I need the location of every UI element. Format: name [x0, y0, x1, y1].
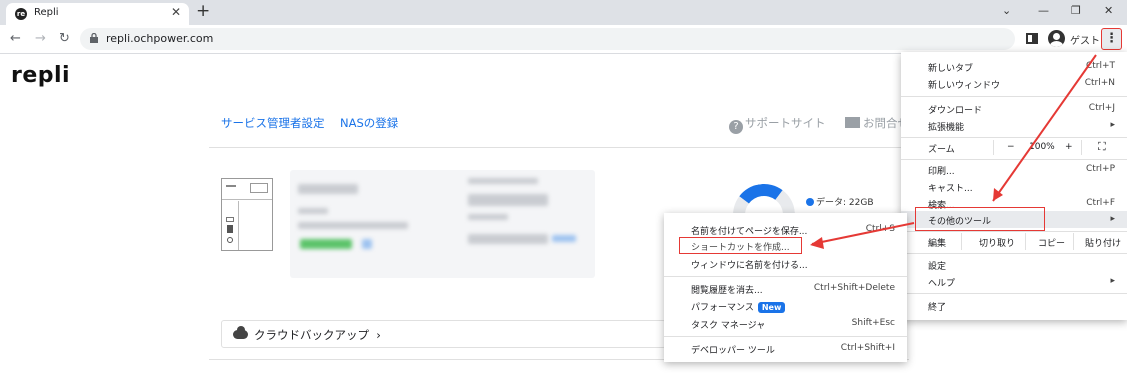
nas-info-card [290, 170, 595, 278]
menu-clear-history[interactable]: 閲覧履歴を消去... Ctrl+Shift+Delete [664, 280, 907, 297]
tab-title: Repli [34, 7, 59, 18]
menu-edit-row: 編集 切り取り コピー 貼り付け [901, 233, 1127, 250]
paste-button[interactable]: 貼り付け [1085, 236, 1121, 249]
lock-icon [90, 33, 98, 43]
submenu-arrow-icon: ▸ [1110, 276, 1115, 286]
menu-settings[interactable]: 設定 [901, 256, 1127, 273]
forward-icon[interactable]: → [35, 31, 46, 46]
close-window-icon[interactable]: ✕ [1104, 4, 1113, 17]
menu-downloads[interactable]: ダウンロード Ctrl+J [901, 100, 1127, 117]
zoom-out-button[interactable]: − [1007, 142, 1015, 152]
cut-button[interactable]: 切り取り [979, 236, 1015, 249]
menu-print[interactable]: 印刷... Ctrl+P [901, 161, 1127, 178]
support-site-label: サポートサイト [745, 116, 826, 130]
storage-legend-label: データ: 22GB [816, 198, 874, 208]
minimize-icon[interactable]: — [1038, 4, 1049, 17]
menu-name-window[interactable]: ウィンドウに名前を付ける... [664, 255, 907, 272]
more-tools-submenu: 名前を付けてページを保存... Ctrl+S ショートカットを作成... ウィンド… [664, 213, 907, 362]
side-panel-icon[interactable] [1026, 33, 1038, 44]
tab-strip: re Repli ✕ + ⌄ — ❐ ✕ [0, 0, 1127, 25]
mail-icon [845, 117, 860, 128]
submenu-arrow-icon: ▸ [1110, 214, 1115, 224]
back-icon[interactable]: ← [10, 31, 21, 46]
profile-label[interactable]: ゲスト [1070, 32, 1100, 47]
tab-search-chevron-icon[interactable]: ⌄ [1002, 4, 1011, 17]
divider [209, 147, 909, 148]
cloud-backup-row[interactable]: クラウドバックアップ › [221, 320, 666, 348]
menu-zoom: ズーム − 100% + ⛶ [928, 140, 1106, 155]
menu-new-window[interactable]: 新しいウィンドウ Ctrl+N [901, 75, 1127, 92]
menu-developer-tools[interactable]: デベロッパー ツール Ctrl+Shift+I [664, 340, 907, 357]
submenu-arrow-icon: ▸ [1110, 120, 1115, 130]
highlight-create-shortcut [679, 237, 802, 254]
cloud-icon [233, 326, 248, 339]
favicon-icon: re [15, 8, 27, 20]
nav-nas-registration[interactable]: NASの登録 [340, 115, 398, 131]
reload-icon[interactable]: ↻ [59, 31, 70, 46]
storage-legend: データ: 22GB [806, 195, 874, 208]
url-text: repli.ochpower.com [106, 32, 214, 45]
menu-cast[interactable]: キャスト... [901, 178, 1127, 195]
support-site-link[interactable]: ? サポートサイト [729, 115, 826, 134]
cloud-backup-label: クラウドバックアップ › [254, 328, 381, 342]
contact-link[interactable]: お問合せ [845, 115, 909, 131]
close-tab-icon[interactable]: ✕ [171, 5, 181, 19]
menu-exit[interactable]: 終了 [901, 297, 1127, 314]
restore-icon[interactable]: ❐ [1071, 4, 1081, 17]
menu-extensions[interactable]: 拡張機能 ▸ [901, 117, 1127, 134]
nav-service-admin-settings[interactable]: サービス管理者設定 [221, 115, 325, 131]
profile-icon[interactable] [1048, 30, 1065, 47]
menu-help[interactable]: ヘルプ ▸ [901, 273, 1127, 290]
chrome-main-menu: 新しいタブ Ctrl+T 新しいウィンドウ Ctrl+N ダウンロード Ctrl+J … [901, 52, 1127, 320]
legend-dot-icon [806, 198, 814, 206]
browser-tab[interactable]: re Repli ✕ [6, 3, 189, 25]
chrome-menu-button[interactable]: ⋮ [1101, 28, 1122, 50]
site-logo[interactable]: repli [11, 63, 70, 88]
menu-new-tab[interactable]: 新しいタブ Ctrl+T [901, 58, 1127, 75]
zoom-in-button[interactable]: + [1065, 142, 1073, 152]
address-bar[interactable]: repli.ochpower.com [80, 28, 1015, 50]
zoom-level: 100% [1029, 142, 1055, 152]
new-tab-icon[interactable]: + [196, 1, 210, 21]
help-icon: ? [729, 120, 743, 134]
nas-device-image [221, 178, 273, 251]
fullscreen-icon[interactable]: ⛶ [1098, 140, 1106, 154]
browser-toolbar: ← → ↻ repli.ochpower.com ゲスト ⋮ [0, 25, 1127, 54]
menu-performance[interactable]: パフォーマンス New [664, 297, 907, 314]
copy-button[interactable]: コピー [1038, 236, 1065, 249]
highlight-more-tools [915, 207, 1045, 231]
new-badge: New [757, 302, 786, 313]
menu-save-page[interactable]: 名前を付けてページを保存... Ctrl+S [664, 221, 907, 238]
menu-task-manager[interactable]: タスク マネージャ Shift+Esc [664, 315, 907, 332]
